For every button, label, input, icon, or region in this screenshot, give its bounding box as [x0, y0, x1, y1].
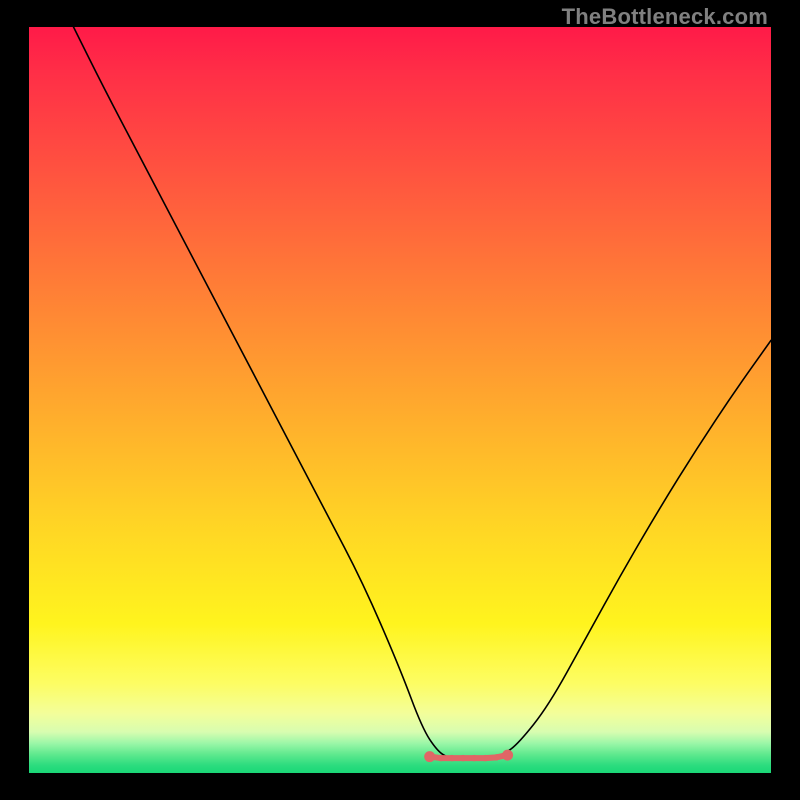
chart-plot-area: [29, 27, 771, 773]
chart-frame: TheBottleneck.com: [0, 0, 800, 800]
watermark-text: TheBottleneck.com: [562, 4, 768, 30]
